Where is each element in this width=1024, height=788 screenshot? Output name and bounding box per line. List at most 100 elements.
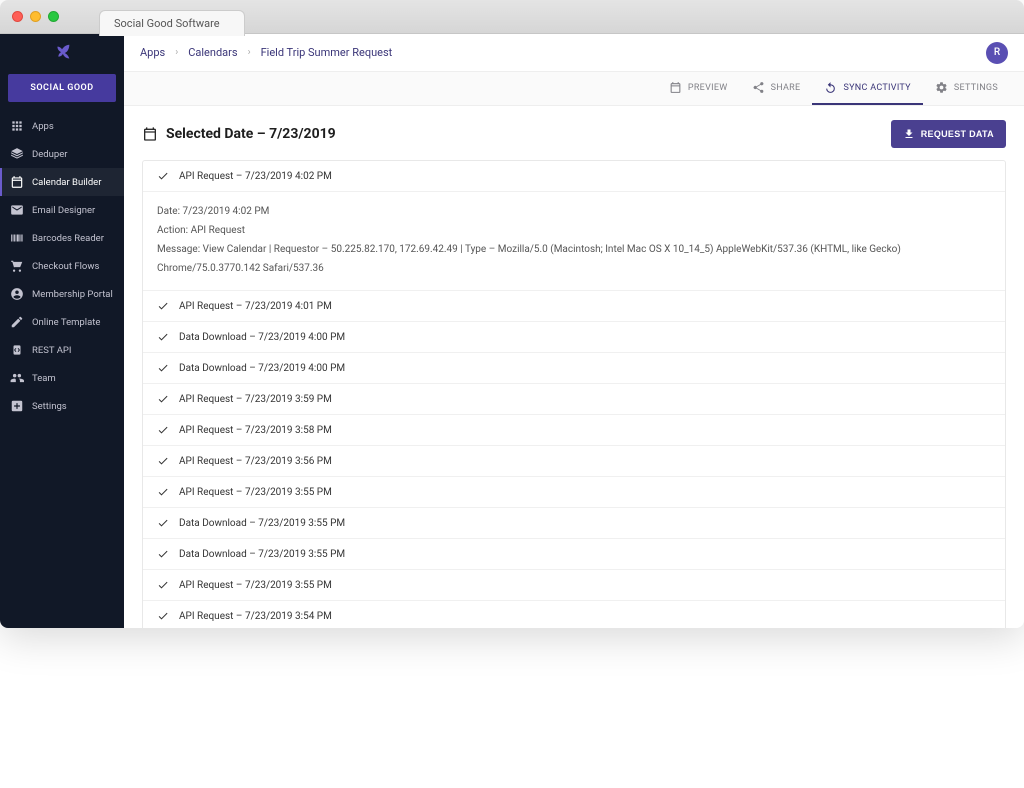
tab-settings[interactable]: SETTINGS xyxy=(923,72,1010,105)
log-row[interactable]: API Request – 7/23/2019 3:55 PM xyxy=(143,570,1005,601)
check-icon xyxy=(157,579,169,591)
browser-tab[interactable]: Social Good Software xyxy=(99,10,245,36)
title-group: Selected Date – 7/23/2019 xyxy=(142,126,336,142)
tab-share[interactable]: SHARE xyxy=(740,72,813,105)
log-row[interactable]: API Request – 7/23/2019 3:58 PM xyxy=(143,415,1005,446)
content-header: Selected Date – 7/23/2019 REQUEST DATA xyxy=(142,120,1006,148)
check-icon xyxy=(157,300,169,312)
app-shell: SOCIAL GOOD Apps Deduper Calendar Builder E… xyxy=(0,34,1024,628)
code-icon xyxy=(10,343,24,357)
pencil-icon xyxy=(10,315,24,329)
detail-date: Date: 7/23/2019 4:02 PM xyxy=(157,202,991,221)
log-row[interactable]: Data Download – 7/23/2019 3:55 PM xyxy=(143,508,1005,539)
sidebar-item-settings[interactable]: Settings xyxy=(0,392,124,420)
log-row[interactable]: Data Download – 7/23/2019 3:55 PM xyxy=(143,539,1005,570)
breadcrumb-item[interactable]: Calendars xyxy=(188,46,237,59)
sidebar-item-membership-portal[interactable]: Membership Portal xyxy=(0,280,124,308)
detail-action: Action: API Request xyxy=(157,221,991,240)
check-icon xyxy=(157,424,169,436)
sidebar-item-barcodes-reader[interactable]: Barcodes Reader xyxy=(0,224,124,252)
chevron-right-icon: › xyxy=(248,47,251,58)
log-text: Data Download – 7/23/2019 4:00 PM xyxy=(179,332,345,343)
close-window-button[interactable] xyxy=(12,11,23,22)
log-row[interactable]: API Request – 7/23/2019 3:55 PM xyxy=(143,477,1005,508)
check-icon xyxy=(157,393,169,405)
tab-label: PREVIEW xyxy=(688,83,728,93)
minimize-window-button[interactable] xyxy=(30,11,41,22)
sidebar-item-deduper[interactable]: Deduper xyxy=(0,140,124,168)
log-text: Data Download – 7/23/2019 3:55 PM xyxy=(179,549,345,560)
sidebar-item-online-template[interactable]: Online Template xyxy=(0,308,124,336)
check-icon xyxy=(157,455,169,467)
user-circle-icon xyxy=(10,287,24,301)
log-text: API Request – 7/23/2019 3:55 PM xyxy=(179,487,332,498)
log-text: API Request – 7/23/2019 3:58 PM xyxy=(179,425,332,436)
log-row[interactable]: API Request – 7/23/2019 4:02 PM xyxy=(143,161,1005,192)
avatar[interactable]: R xyxy=(986,42,1008,64)
sidebar-item-label: Settings xyxy=(32,401,67,412)
sidebar-item-label: Online Template xyxy=(32,317,100,328)
sidebar-item-team[interactable]: Team xyxy=(0,364,124,392)
check-icon xyxy=(157,362,169,374)
check-icon xyxy=(157,548,169,560)
log-row[interactable]: Data Download – 7/23/2019 4:00 PM xyxy=(143,353,1005,384)
detail-message: Message: View Calendar | Requestor – 50.… xyxy=(157,240,991,278)
sidebar-item-email-designer[interactable]: Email Designer xyxy=(0,196,124,224)
log-text: API Request – 7/23/2019 3:55 PM xyxy=(179,580,332,591)
share-icon xyxy=(752,81,765,94)
refresh-icon xyxy=(824,81,837,94)
browser-titlebar: Social Good Software xyxy=(0,0,1024,34)
topbar: Apps›Calendars›Field Trip Summer Request… xyxy=(124,34,1024,72)
page-toolbar: PREVIEW SHARESYNC ACTIVITY SETTINGS xyxy=(124,72,1024,106)
sidebar-item-checkout-flows[interactable]: Checkout Flows xyxy=(0,252,124,280)
barcode-icon xyxy=(10,231,24,245)
calendar-icon xyxy=(142,126,158,142)
log-row[interactable]: API Request – 7/23/2019 4:01 PM xyxy=(143,291,1005,322)
maximize-window-button[interactable] xyxy=(48,11,59,22)
tab-preview[interactable]: PREVIEW xyxy=(657,72,740,105)
check-icon xyxy=(157,486,169,498)
mail-icon xyxy=(10,203,24,217)
brand-button[interactable]: SOCIAL GOOD xyxy=(8,74,116,102)
log-row[interactable]: API Request – 7/23/2019 3:56 PM xyxy=(143,446,1005,477)
activity-log: API Request – 7/23/2019 4:02 PMDate: 7/2… xyxy=(142,160,1006,628)
sidebar-item-label: Email Designer xyxy=(32,205,95,216)
sidebar-item-label: REST API xyxy=(32,345,72,356)
gear-icon xyxy=(935,81,948,94)
browser-window: Social Good Software SOCIAL GOOD Apps Ded… xyxy=(0,0,1024,628)
calendar-outline-icon xyxy=(669,81,682,94)
check-icon xyxy=(157,517,169,529)
calendar-icon xyxy=(10,175,24,189)
logo xyxy=(0,34,124,72)
log-text: API Request – 7/23/2019 3:54 PM xyxy=(179,611,332,622)
breadcrumb: Apps›Calendars›Field Trip Summer Request xyxy=(140,46,392,59)
breadcrumb-item[interactable]: Apps xyxy=(140,46,165,59)
hummingbird-icon xyxy=(51,42,73,64)
log-text: Data Download – 7/23/2019 4:00 PM xyxy=(179,363,345,374)
people-icon xyxy=(10,371,24,385)
tab-sync-activity[interactable]: SYNC ACTIVITY xyxy=(812,72,922,105)
plus-box-icon xyxy=(10,399,24,413)
log-row[interactable]: Data Download – 7/23/2019 4:00 PM xyxy=(143,322,1005,353)
sidebar-item-label: Checkout Flows xyxy=(32,261,99,272)
log-text: API Request – 7/23/2019 3:56 PM xyxy=(179,456,332,467)
request-data-button[interactable]: REQUEST DATA xyxy=(891,120,1006,148)
sidebar-item-label: Deduper xyxy=(32,149,67,160)
log-text: API Request – 7/23/2019 3:59 PM xyxy=(179,394,332,405)
log-row[interactable]: API Request – 7/23/2019 3:54 PM xyxy=(143,601,1005,628)
page-title: Selected Date – 7/23/2019 xyxy=(166,126,336,142)
log-row[interactable]: API Request – 7/23/2019 3:59 PM xyxy=(143,384,1005,415)
breadcrumb-item[interactable]: Field Trip Summer Request xyxy=(261,46,393,59)
log-detail: Date: 7/23/2019 4:02 PMAction: API Reque… xyxy=(143,192,1005,291)
sidebar-nav: Apps Deduper Calendar Builder Email Designe… xyxy=(0,112,124,420)
layers-icon xyxy=(10,147,24,161)
tab-label: SETTINGS xyxy=(954,83,998,93)
sidebar-item-rest-api[interactable]: REST API xyxy=(0,336,124,364)
content: Selected Date – 7/23/2019 REQUEST DATA A… xyxy=(124,106,1024,628)
sidebar-item-apps[interactable]: Apps xyxy=(0,112,124,140)
sidebar-item-label: Apps xyxy=(32,121,54,132)
check-icon xyxy=(157,610,169,622)
cart-icon xyxy=(10,259,24,273)
sidebar-item-calendar-builder[interactable]: Calendar Builder xyxy=(0,168,124,196)
sidebar-item-label: Calendar Builder xyxy=(32,177,101,188)
